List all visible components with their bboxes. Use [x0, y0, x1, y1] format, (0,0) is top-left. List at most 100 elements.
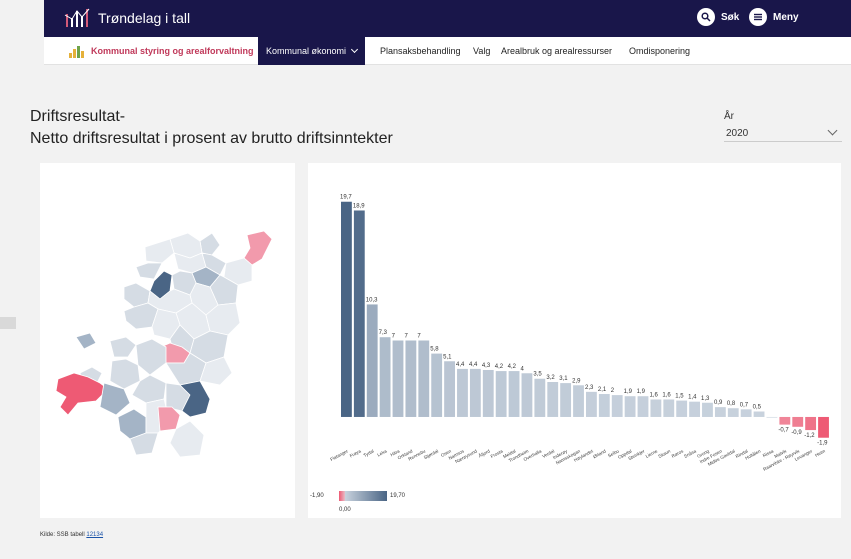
bar-value-label: 4,2 — [508, 364, 517, 370]
legend-max-label: 19,70 — [390, 493, 406, 499]
bar-value-label: 4 — [521, 366, 525, 372]
legend-mid-label: 0,00 — [339, 507, 351, 513]
bar-stjørdal[interactable] — [431, 353, 443, 417]
bar-value-label: 7,3 — [379, 330, 388, 336]
bar-namsos[interactable] — [457, 368, 468, 417]
bar-chart[interactable]: 19,718,9 10,3 7,3 7 7 7 5,8 5,1 4,4 4,4 4,3 4,2 4,2 4… — [308, 163, 841, 518]
bar-grong[interactable] — [702, 402, 713, 417]
bar-malvik[interactable] — [779, 416, 791, 425]
map-region — [109, 358, 141, 390]
bar-levanger[interactable] — [805, 416, 817, 431]
bar-trondheim[interactable] — [521, 373, 533, 417]
bar-selbu[interactable] — [611, 395, 623, 417]
nav-item-kommunal-okonomi[interactable]: Kommunal økonomi — [258, 37, 366, 65]
bar-value-label: 1,5 — [675, 394, 684, 400]
bar-value-label: 5,8 — [430, 347, 439, 353]
bar-meldal[interactable] — [508, 371, 520, 417]
bar-høylandet[interactable] — [586, 391, 597, 417]
nav-item-plansaksbehandling[interactable]: Plansaksbehandling — [380, 37, 461, 65]
bar-value-label: 1,4 — [688, 395, 697, 401]
menu-label: Meny — [773, 11, 799, 23]
bar-value-label: 2,9 — [572, 378, 581, 384]
bar-tydal[interactable] — [366, 304, 378, 417]
bar-value-label: 1,9 — [637, 389, 646, 395]
bar-leka[interactable] — [379, 337, 391, 417]
bar-flatanger[interactable] — [341, 201, 352, 417]
section-nav: Kommunal styring og arealforvaltning Kom… — [44, 37, 851, 65]
page-title: Driftsresultat- — [30, 108, 126, 125]
bar-value-label: 3,5 — [533, 372, 542, 378]
municipality-map[interactable] — [40, 163, 295, 518]
year-select[interactable]: 2020 — [724, 124, 842, 142]
bar-indre-fosen[interactable] — [714, 407, 726, 417]
search-button[interactable]: Søk — [697, 8, 739, 26]
nav-item-valg[interactable]: Valg — [473, 37, 490, 65]
category-label: Frøya — [349, 448, 362, 458]
nav-item-arealbruk[interactable]: Arealbruk og arealressurser — [501, 37, 612, 65]
bar-ørland[interactable] — [598, 394, 610, 417]
bar-value-label: 1,3 — [701, 396, 710, 402]
bar-value-label: 0,7 — [740, 402, 749, 408]
chevron-down-icon — [827, 125, 838, 136]
bar-osen[interactable] — [444, 361, 455, 417]
bar-verdal[interactable] — [547, 382, 559, 417]
bar-frosta[interactable] — [495, 371, 507, 417]
app-title[interactable]: Trøndelag i tall — [98, 10, 190, 26]
nav-item-omdisponering[interactable]: Omdisponering — [629, 37, 690, 65]
bar-åfjord[interactable] — [482, 369, 494, 417]
bar-raarvihke-røyrvik[interactable] — [792, 416, 804, 427]
source-table-link[interactable]: 12134 — [86, 532, 103, 538]
legend-min-label: -1,90 — [310, 493, 324, 499]
map-region — [55, 372, 109, 416]
bar-value-label: 10,3 — [366, 297, 378, 303]
map-region — [199, 232, 221, 256]
footer-source: Kilde: SSB tabell 12134 — [40, 532, 103, 538]
bar-value-label: 0,9 — [714, 400, 723, 406]
year-select-value: 2020 — [726, 128, 749, 139]
bar-value-label: 0,8 — [727, 401, 736, 407]
bar-value-label: 4,3 — [482, 363, 491, 369]
bar-namsskogan[interactable] — [573, 385, 584, 417]
bar-value-label: 7 — [404, 333, 408, 339]
bar-rissa[interactable] — [766, 416, 778, 418]
category-label: Stjørdal — [423, 448, 439, 460]
bar-value-label: -0,7 — [778, 428, 789, 434]
nav-home-link[interactable]: Kommunal styring og arealforvaltning — [69, 37, 254, 65]
bar-røros[interactable] — [676, 400, 688, 417]
bar-value-label: 4,4 — [456, 362, 465, 368]
bar-value-label: 3,2 — [546, 375, 555, 381]
bar-steinkjer[interactable] — [637, 396, 649, 417]
bar-rindal[interactable] — [740, 409, 752, 417]
bar-midtre-gauldal[interactable] — [727, 408, 739, 417]
bar-value-label: 7 — [417, 333, 421, 339]
bar-orkland[interactable] — [405, 340, 417, 417]
category-label: Leka — [376, 448, 388, 457]
bar-oppdal[interactable] — [624, 396, 636, 417]
bar-value-label: 5,1 — [443, 354, 452, 360]
bar-nærøysund[interactable] — [469, 368, 481, 417]
bar-rennebu[interactable] — [418, 340, 430, 417]
bar-skaun[interactable] — [663, 399, 675, 417]
bar-value-label: -1,9 — [817, 441, 828, 447]
category-label: Rissa — [762, 448, 775, 458]
menu-button[interactable]: Meny — [749, 8, 799, 26]
bar-inderøy[interactable] — [560, 383, 572, 417]
map-region — [144, 238, 175, 264]
bar-snåsa[interactable] — [689, 401, 700, 417]
nav-item-label: Valg — [473, 46, 491, 56]
bar-hitra[interactable] — [392, 340, 404, 417]
bar-value-label: 4,4 — [469, 362, 478, 368]
category-label: Skaun — [657, 448, 671, 459]
legend-positive-swatch — [345, 491, 387, 501]
chart-panel: 19,7 18,9 10,3 7,3 7 7 7 5,8 5,1 4,4 4,4 4,3 4,2 4,2 4… — [308, 163, 841, 518]
top-bar: Trøndelag i tall Søk Meny — [44, 0, 851, 37]
bar-holtålen[interactable] — [753, 411, 765, 417]
logo-icon[interactable] — [64, 6, 90, 28]
category-label: Ørland — [592, 448, 607, 459]
bar-overhalla[interactable] — [534, 378, 546, 417]
bar-frøya[interactable] — [353, 210, 365, 417]
bar-lierne[interactable] — [650, 399, 662, 417]
search-label: Søk — [721, 11, 740, 23]
category-label: Heim — [814, 448, 826, 458]
bar-heim[interactable] — [818, 416, 829, 438]
